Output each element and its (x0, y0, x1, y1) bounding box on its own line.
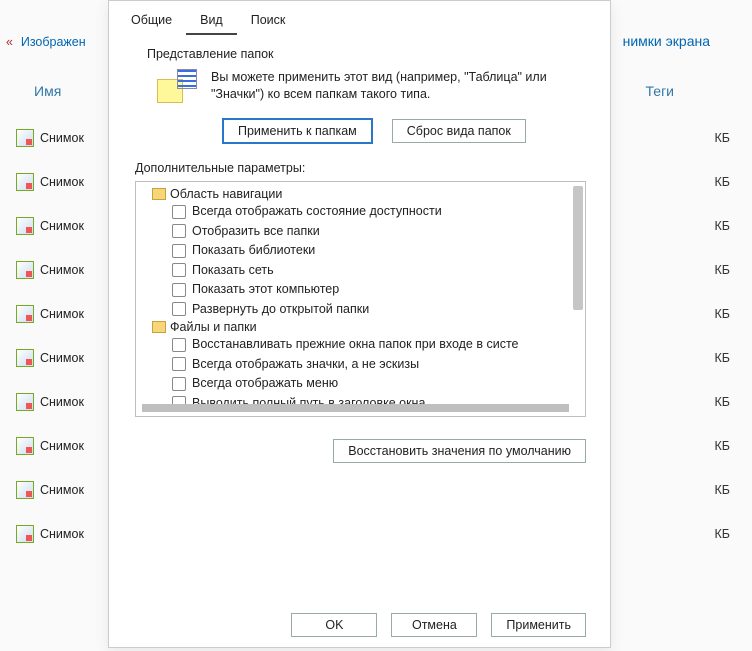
image-file-icon (16, 393, 34, 411)
option-label: Развернуть до открытой папки (192, 301, 369, 319)
option-label: Восстанавливать прежние окна папок при в… (192, 336, 519, 354)
advanced-option[interactable]: Восстанавливать прежние окна папок при в… (142, 335, 579, 355)
file-size: КБ (715, 307, 737, 321)
file-size: КБ (715, 527, 737, 541)
image-file-icon (16, 349, 34, 367)
breadcrumb-right[interactable]: нимки экрана (623, 33, 710, 49)
breadcrumb[interactable]: « Изображен (6, 33, 86, 49)
option-label: Показать этот компьютер (192, 281, 339, 299)
advanced-option[interactable]: Показать этот компьютер (142, 280, 579, 300)
tab-general[interactable]: Общие (117, 7, 186, 35)
advanced-settings-box[interactable]: Область навигации Всегда отображать сост… (135, 181, 586, 417)
file-size: КБ (715, 483, 737, 497)
folder-views-heading: Представление папок (109, 35, 610, 69)
image-file-icon (16, 261, 34, 279)
image-file-icon (16, 305, 34, 323)
file-size: КБ (715, 175, 737, 189)
option-label: Всегда отображать меню (192, 375, 338, 393)
column-header-tags[interactable]: Теги (646, 83, 674, 99)
image-file-icon (16, 129, 34, 147)
image-file-icon (16, 437, 34, 455)
image-file-icon (16, 481, 34, 499)
scrollbar-vertical[interactable] (573, 186, 583, 310)
breadcrumb-back-icon[interactable]: « (6, 35, 13, 49)
option-label: Всегда отображать состояние доступности (192, 203, 442, 221)
file-size: КБ (715, 263, 737, 277)
scrollbar-horizontal[interactable] (142, 404, 569, 412)
checkbox[interactable] (172, 283, 186, 297)
folder-views-icon (157, 69, 197, 103)
file-size: КБ (715, 351, 737, 365)
checkbox[interactable] (172, 357, 186, 371)
advanced-option[interactable]: Развернуть до открытой папки (142, 300, 579, 320)
advanced-settings-label: Дополнительные параметры: (109, 159, 610, 181)
option-label: Показать библиотеки (192, 242, 315, 260)
advanced-option[interactable]: Всегда отображать меню (142, 374, 579, 394)
cancel-button[interactable]: Отмена (391, 613, 477, 637)
image-file-icon (16, 217, 34, 235)
restore-defaults-button[interactable]: Восстановить значения по умолчанию (333, 439, 586, 463)
checkbox[interactable] (172, 244, 186, 258)
file-size: КБ (715, 131, 737, 145)
apply-button[interactable]: Применить (491, 613, 586, 637)
advanced-option[interactable]: Всегда отображать состояние доступности (142, 202, 579, 222)
folder-options-dialog: Общие Вид Поиск Представление папок Вы м… (108, 0, 611, 648)
advanced-option[interactable]: Показать сеть (142, 261, 579, 281)
checkbox[interactable] (172, 338, 186, 352)
folder-icon (152, 188, 166, 200)
dialog-footer: OK Отмена Применить (109, 613, 610, 637)
checkbox[interactable] (172, 224, 186, 238)
advanced-option[interactable]: Отобразить все папки (142, 222, 579, 242)
tab-view[interactable]: Вид (186, 7, 237, 35)
checkbox[interactable] (172, 263, 186, 277)
image-file-icon (16, 173, 34, 191)
checkbox[interactable] (172, 205, 186, 219)
folder-icon (152, 321, 166, 333)
apply-to-folders-button[interactable]: Применить к папкам (223, 119, 372, 143)
checkbox[interactable] (172, 377, 186, 391)
dialog-tabs: Общие Вид Поиск (109, 1, 610, 35)
advanced-option[interactable]: Показать библиотеки (142, 241, 579, 261)
option-label: Показать сеть (192, 262, 274, 280)
reset-folders-button[interactable]: Сброс вида папок (392, 119, 526, 143)
folder-views-section: Вы можете применить этот вид (например, … (109, 69, 610, 109)
tab-search[interactable]: Поиск (237, 7, 300, 35)
breadcrumb-label[interactable]: Изображен (21, 35, 86, 49)
advanced-option[interactable]: Всегда отображать значки, а не эскизы (142, 355, 579, 375)
checkbox[interactable] (172, 302, 186, 316)
option-label: Всегда отображать значки, а не эскизы (192, 356, 419, 374)
file-size: КБ (715, 439, 737, 453)
image-file-icon (16, 525, 34, 543)
file-size: КБ (715, 395, 737, 409)
folder-views-desc: Вы можете применить этот вид (например, … (211, 69, 586, 103)
group-files-and-folders: Файлы и папки (142, 319, 579, 335)
option-label: Отобразить все папки (192, 223, 320, 241)
file-size: КБ (715, 219, 737, 233)
column-header-name[interactable]: Имя (34, 83, 61, 99)
ok-button[interactable]: OK (291, 613, 377, 637)
group-navigation-pane: Область навигации (142, 186, 579, 202)
